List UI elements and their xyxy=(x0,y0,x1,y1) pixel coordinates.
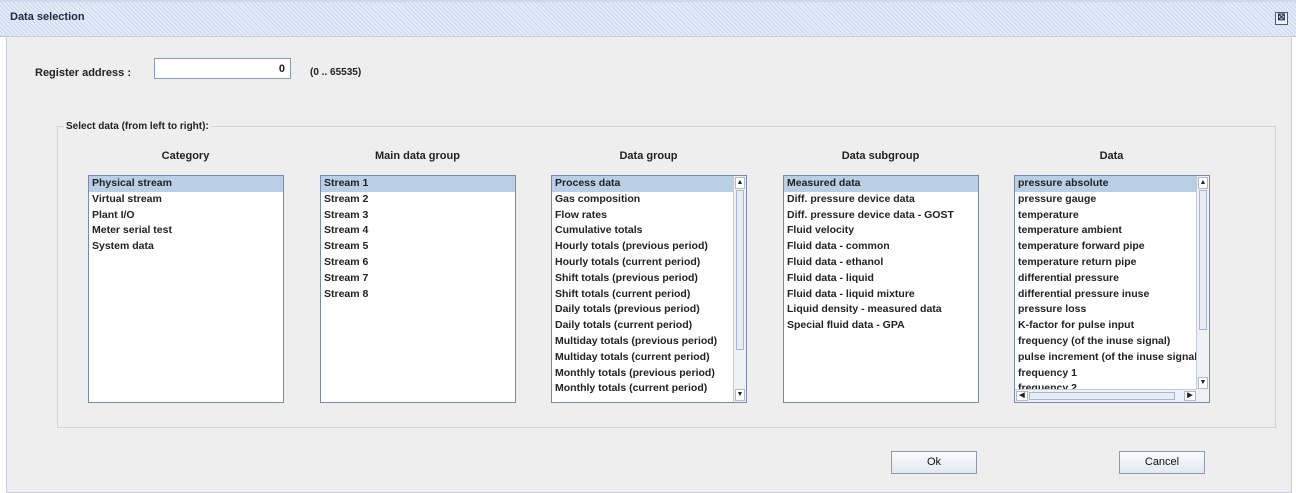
list-item[interactable]: Hourly totals (current period) xyxy=(552,255,746,271)
data-group-header: Data group xyxy=(619,150,678,162)
data-list[interactable]: pressure absolute pressure gauge temperatu… xyxy=(1014,175,1210,403)
scroll-down-icon[interactable]: ▼ xyxy=(1198,377,1208,389)
data-subgroup-header: Data subgroup xyxy=(841,150,920,162)
list-item[interactable]: pulse increment (of the inuse signal) xyxy=(1015,350,1209,366)
list-item[interactable]: System data xyxy=(89,239,283,255)
list-item[interactable]: Monthly totals (previous period) xyxy=(552,366,746,382)
list-item[interactable]: Stream 6 xyxy=(321,255,515,271)
list-item[interactable]: Fluid data - common xyxy=(784,239,978,255)
scroll-up-icon[interactable]: ▲ xyxy=(1198,177,1208,189)
list-item[interactable]: Flow rates xyxy=(552,208,746,224)
data-group-vertical-scrollbar[interactable]: ▲ ▼ xyxy=(733,176,746,402)
list-item[interactable]: differential pressure inuse xyxy=(1015,287,1209,303)
list-item[interactable]: Stream 4 xyxy=(321,223,515,239)
title-bar[interactable]: Data selection ⊠ xyxy=(0,2,1296,37)
list-item[interactable]: K-factor for pulse input xyxy=(1015,318,1209,334)
list-item[interactable]: Stream 7 xyxy=(321,271,515,287)
list-item[interactable]: Special fluid data - GPA xyxy=(784,318,978,334)
list-item[interactable]: pressure absolute xyxy=(1015,176,1209,192)
data-horizontal-scrollbar[interactable]: ◀ ▶ xyxy=(1015,389,1197,402)
register-range-hint: (0 .. 65535) xyxy=(310,67,362,78)
list-item[interactable]: Stream 2 xyxy=(321,192,515,208)
list-item[interactable]: Stream 5 xyxy=(321,239,515,255)
list-item[interactable]: temperature forward pipe xyxy=(1015,239,1209,255)
list-item[interactable]: Diff. pressure device data - GOST xyxy=(784,208,978,224)
list-item[interactable]: Measured data xyxy=(784,176,978,192)
close-icon[interactable]: ⊠ xyxy=(1275,12,1288,25)
scroll-left-icon[interactable]: ◀ xyxy=(1016,391,1028,401)
window-title: Data selection xyxy=(10,11,85,23)
list-item[interactable]: frequency 1 xyxy=(1015,366,1209,382)
list-item[interactable]: temperature ambient xyxy=(1015,223,1209,239)
category-list[interactable]: Physical stream Virtual stream Plant I/O Me… xyxy=(88,175,284,403)
main-data-group-list[interactable]: Stream 1 Stream 2 Stream 3 Stream 4 Stream 5… xyxy=(320,175,516,403)
list-item[interactable]: frequency (of the inuse signal) xyxy=(1015,334,1209,350)
data-vertical-scrollbar[interactable]: ▲ ▼ xyxy=(1196,176,1209,390)
list-item[interactable]: Shift totals (previous period) xyxy=(552,271,746,287)
list-item[interactable]: Fluid data - liquid xyxy=(784,271,978,287)
list-item[interactable]: pressure gauge xyxy=(1015,192,1209,208)
list-item[interactable]: Stream 1 xyxy=(321,176,515,192)
list-item[interactable]: Cumulative totals xyxy=(552,223,746,239)
list-item[interactable]: Stream 8 xyxy=(321,287,515,303)
list-item[interactable]: Diff. pressure device data xyxy=(784,192,978,208)
list-item[interactable]: pressure loss xyxy=(1015,302,1209,318)
list-item[interactable]: Stream 3 xyxy=(321,208,515,224)
scroll-right-icon[interactable]: ▶ xyxy=(1184,391,1196,401)
cancel-button[interactable]: Cancel xyxy=(1119,451,1205,474)
scroll-up-icon[interactable]: ▲ xyxy=(735,177,745,189)
list-item[interactable]: Virtual stream xyxy=(89,192,283,208)
scroll-thumb[interactable] xyxy=(736,190,744,350)
scroll-thumb[interactable] xyxy=(1199,190,1207,330)
data-header: Data xyxy=(1099,150,1124,162)
list-item[interactable]: Multiday totals (current period) xyxy=(552,350,746,366)
dialog-body: Register address : 0 (0 .. 65535) Select… xyxy=(6,36,1292,493)
list-item[interactable]: Fluid data - ethanol xyxy=(784,255,978,271)
category-header: Category xyxy=(161,150,210,162)
main-data-group-header: Main data group xyxy=(375,150,460,162)
list-item[interactable]: Liquid density - measured data xyxy=(784,302,978,318)
scroll-down-icon[interactable]: ▼ xyxy=(735,389,745,401)
list-item[interactable]: Hourly totals (previous period) xyxy=(552,239,746,255)
list-item[interactable]: Fluid velocity xyxy=(784,223,978,239)
list-item[interactable]: Fluid data - liquid mixture xyxy=(784,287,978,303)
ok-button[interactable]: Ok xyxy=(891,451,977,474)
list-item[interactable]: Process data xyxy=(552,176,746,192)
list-item[interactable]: Meter serial test xyxy=(89,223,283,239)
list-item[interactable]: Multiday totals (previous period) xyxy=(552,334,746,350)
select-data-label: Select data (from left to right): xyxy=(64,121,211,132)
list-item[interactable]: Daily totals (previous period) xyxy=(552,302,746,318)
list-item[interactable]: Monthly totals (current period) xyxy=(552,381,746,397)
register-address-input[interactable]: 0 xyxy=(154,58,291,79)
list-item[interactable]: differential pressure xyxy=(1015,271,1209,287)
list-item[interactable]: temperature xyxy=(1015,208,1209,224)
list-item[interactable]: Daily totals (current period) xyxy=(552,318,746,334)
register-address-label: Register address : xyxy=(35,67,131,79)
scroll-corner xyxy=(1197,390,1209,402)
list-item[interactable]: Plant I/O xyxy=(89,208,283,224)
list-item[interactable]: temperature return pipe xyxy=(1015,255,1209,271)
scroll-thumb[interactable] xyxy=(1029,392,1175,400)
list-item[interactable]: Physical stream xyxy=(89,176,283,192)
data-subgroup-list[interactable]: Measured data Diff. pressure device data D… xyxy=(783,175,979,403)
list-item[interactable]: Shift totals (current period) xyxy=(552,287,746,303)
data-group-list[interactable]: Process data Gas composition Flow rates Cum… xyxy=(551,175,747,403)
list-item[interactable]: Gas composition xyxy=(552,192,746,208)
